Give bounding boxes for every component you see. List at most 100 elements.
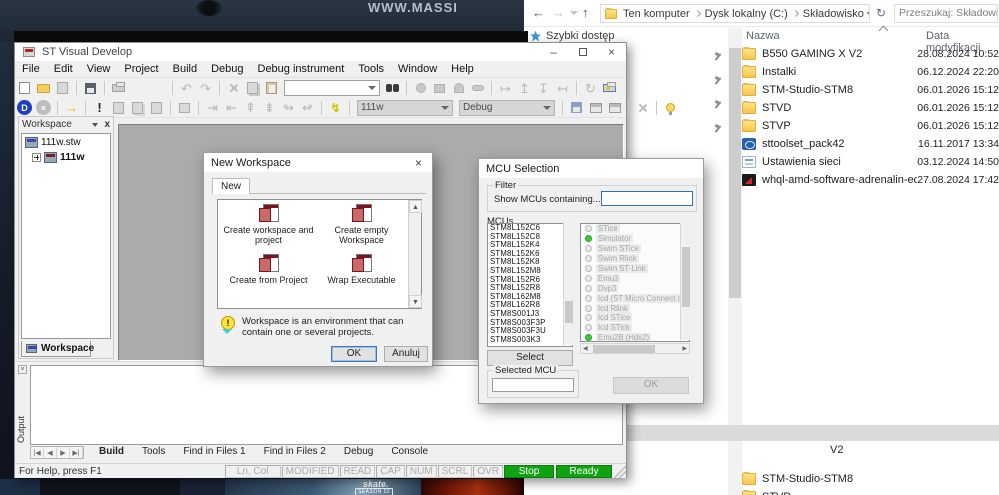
save-icon[interactable] [82,81,99,96]
mcu-filter-input[interactable] [601,191,693,206]
paste-icon[interactable] [263,81,280,96]
file-row[interactable]: STVD [742,488,999,495]
step-instruction-icon[interactable]: ⇟ [261,100,278,115]
goto-prev-icon[interactable]: ↧ [535,81,552,96]
dialog-title-bar[interactable]: MCU Selection [479,159,703,178]
tree-item-workspace-file[interactable]: 111w.stw [25,137,110,148]
panel-close-icon[interactable]: x [104,119,110,130]
emulator-item[interactable]: Icd STick [581,323,689,333]
ok-button[interactable]: OK [331,346,377,362]
build-icon[interactable]: ! [91,100,108,115]
open-icon[interactable] [35,81,52,96]
emulator-item[interactable]: Dvp3 [581,283,689,293]
column-header-name[interactable]: Nazwa [746,30,780,42]
combo-dropdown-icon[interactable] [543,105,551,110]
close-button[interactable]: × [597,43,626,61]
copy-icon[interactable] [244,81,261,96]
output-tab[interactable]: Console [380,445,439,457]
menu-item[interactable]: Build [166,61,204,77]
close-view-icon[interactable] [634,100,651,115]
emulator-item[interactable]: Icd Rlink [581,303,689,313]
find-icon[interactable] [412,81,429,96]
emulator-item[interactable]: Simulator [581,234,689,244]
print-setup-icon[interactable] [601,81,618,96]
breadcrumb-item[interactable]: Składowisko [801,8,866,20]
bookmark-icon[interactable] [431,81,448,96]
close-icon[interactable]: × [412,156,425,170]
breadcrumb-item[interactable]: Dysk lokalny (C:) [703,8,790,20]
tab-prev-icon[interactable]: ◀ [44,447,57,458]
step-over-icon[interactable]: ⇥ [204,100,221,115]
compile-icon[interactable] [110,100,127,115]
emulator-item[interactable]: Emu2B (Hds2) [581,333,689,341]
tab-next-icon[interactable]: ▶ [57,447,70,458]
file-row[interactable]: STM-Studio-STM8 [742,470,999,488]
sidebar-item-quick-access[interactable]: Szybki dostęp [530,30,614,42]
sort-ascending-icon[interactable] [878,25,889,36]
workspace-tab[interactable]: Workspace [21,341,94,357]
close-file-icon[interactable] [54,81,71,96]
emulator-hscrollbar[interactable]: ◀ ▶ [580,343,690,354]
menu-item[interactable]: Tools [351,61,391,77]
tab-last-icon[interactable]: ▶| [70,447,83,458]
select-button[interactable]: Select [487,350,573,366]
scrollbar-thumb[interactable] [729,48,741,298]
cut-icon[interactable] [225,81,242,96]
find-in-files-icon[interactable] [384,81,401,96]
scroll-left-icon[interactable]: ◀ [583,345,588,354]
emulator-item[interactable]: Swim STice [581,244,689,254]
scroll-up-icon[interactable]: ▲ [409,200,422,213]
emulator-item[interactable]: Swim ST-Link [581,264,689,274]
address-dropdown-icon[interactable] [865,11,869,16]
mcu-list-item[interactable]: STM8S003K3 [488,335,572,345]
goto-next-icon[interactable]: ↥ [516,81,533,96]
minimize-button[interactable]: – [539,43,568,61]
file-row[interactable]: B550 GAMING X V2 28.08.2024 10:52 [742,45,999,63]
restart-icon[interactable]: ↫ [299,100,316,115]
scrollbar-thumb[interactable] [682,247,690,307]
emulator-item[interactable]: Icd STice [581,313,689,323]
step-out-icon[interactable]: ⇤ [223,100,240,115]
stop-debug-icon[interactable]: × [35,100,52,115]
maximize-button[interactable] [568,43,597,61]
file-row[interactable]: whql-amd-software-adrenalin-edition-2...… [742,171,999,189]
output-tab[interactable]: Debug [333,445,384,457]
combo-dropdown-icon[interactable] [368,86,376,90]
docking-view-icon[interactable] [606,100,623,115]
mcu-list-scrollbar[interactable] [563,223,573,345]
file-row[interactable]: Ustawienia sieci 03.12.2024 14:50 [742,153,999,171]
stop-build-icon[interactable] [148,100,165,115]
goto-last-icon[interactable]: ↤ [554,81,571,96]
emulator-item[interactable]: Icd (ST Micro Connect or DV [581,293,689,303]
menu-item[interactable]: Edit [47,61,80,77]
workspace-type-item[interactable]: Create from Project [222,253,315,285]
undo-icon[interactable]: ↶ [178,81,195,96]
cancel-button[interactable]: Anuluj [384,346,428,362]
scrollbar-thumb[interactable] [565,301,573,323]
combo-dropdown-icon[interactable] [441,105,449,110]
workspace-panel-header[interactable]: Workspace x [19,117,113,132]
window-refresh-icon[interactable]: ↻ [582,81,599,96]
panel-menu-icon[interactable] [92,122,99,127]
rebuild-icon[interactable] [129,100,146,115]
configuration-combo[interactable]: Debug [459,99,555,116]
output-tab[interactable]: Build [88,445,135,457]
resize-grip[interactable] [614,464,626,478]
continue-icon[interactable]: ↬ [280,100,297,115]
tip-of-day-icon[interactable] [662,100,679,115]
step-into-icon[interactable] [176,100,193,115]
redo-icon[interactable]: ↷ [197,81,214,96]
scrollbar-thumb[interactable] [593,345,655,353]
find-prev-icon[interactable] [469,81,486,96]
stvd-title-bar[interactable]: ST Visual Develop – × [15,43,626,61]
menu-item[interactable]: Help [444,61,481,77]
emulator-item[interactable]: Swim Rlink [581,254,689,264]
file-row[interactable]: Instalki 06.12.2024 22:20 [742,63,999,81]
start-debug-icon[interactable]: D [16,100,33,115]
back-icon[interactable]: ← [532,5,545,20]
file-row[interactable]: STVP 06.01.2026 15:12 [742,117,999,135]
new-file-icon[interactable] [16,81,33,96]
output-close-icon[interactable]: × [18,365,27,374]
scroll-down-icon[interactable]: ▼ [409,295,422,308]
list-scrollbar[interactable]: ▲ ▼ [408,200,422,308]
